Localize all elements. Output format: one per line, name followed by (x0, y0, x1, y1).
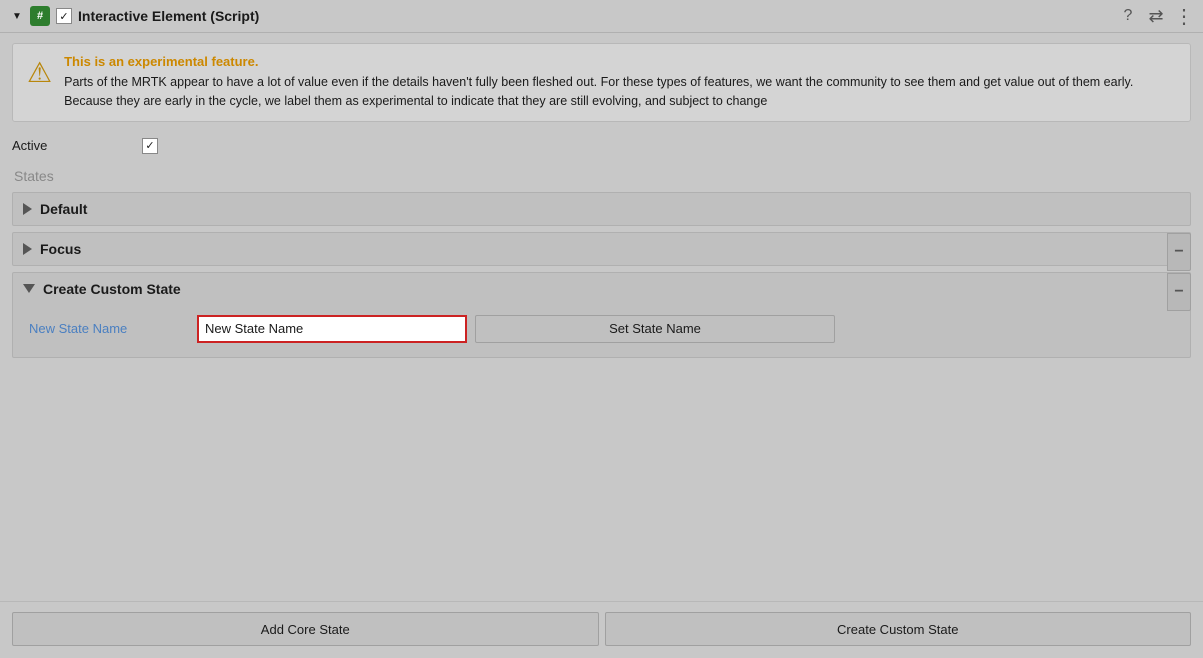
bottom-buttons: Add Core State Create Custom State (0, 601, 1203, 658)
custom-state-header[interactable]: Create Custom State (13, 273, 1190, 305)
header-checkbox[interactable]: ✓ (56, 8, 72, 24)
create-custom-state-button[interactable]: Create Custom State (605, 612, 1192, 646)
custom-state-body: New State Name Set State Name (13, 305, 1190, 357)
menu-icon[interactable]: ⋮ (1175, 7, 1193, 25)
collapse-arrow-icon[interactable]: ▼ (10, 9, 24, 23)
set-state-name-button[interactable]: Set State Name (475, 315, 835, 343)
new-state-name-link[interactable]: New State Name (29, 321, 189, 336)
custom-state-section: Create Custom State − New State Name Set… (12, 272, 1191, 358)
focus-expand-icon (23, 243, 32, 255)
add-core-state-button[interactable]: Add Core State (12, 612, 599, 646)
custom-state-row: New State Name Set State Name (29, 315, 1178, 343)
focus-state-header[interactable]: Focus (13, 233, 1190, 265)
warning-box: ⚠ This is an experimental feature. Parts… (12, 43, 1191, 122)
state-name-input[interactable] (197, 315, 467, 343)
warning-body: Parts of the MRTK appear to have a lot o… (64, 73, 1176, 111)
custom-state-expand-icon (23, 284, 35, 293)
hash-badge-icon[interactable]: # (30, 6, 50, 26)
header-title: Interactive Element (Script) (78, 8, 259, 24)
custom-remove-button[interactable]: − (1167, 273, 1191, 311)
default-state-name: Default (40, 201, 87, 217)
default-state-header[interactable]: Default (13, 193, 1190, 225)
focus-remove-button[interactable]: − (1167, 233, 1191, 271)
focus-state-name: Focus (40, 241, 81, 257)
state-name-input-wrapper (197, 315, 467, 343)
header: ▼ # ✓ Interactive Element (Script) ? ⇄ ⋮ (0, 0, 1203, 33)
states-section-label: States (12, 162, 1191, 192)
layers-icon[interactable]: ⇄ (1147, 7, 1165, 25)
custom-state-name: Create Custom State (43, 281, 181, 297)
warning-icon: ⚠ (27, 56, 52, 89)
active-checkbox[interactable]: ✓ (142, 138, 158, 154)
default-expand-icon (23, 203, 32, 215)
active-label: Active (12, 138, 132, 153)
main-content: ⚠ This is an experimental feature. Parts… (0, 33, 1203, 374)
active-row: Active ✓ (12, 134, 1191, 162)
header-icons: ? ⇄ ⋮ (1119, 7, 1193, 25)
help-icon[interactable]: ? (1119, 7, 1137, 25)
header-left: ▼ # ✓ Interactive Element (Script) (10, 6, 1113, 26)
warning-title: This is an experimental feature. (64, 54, 1176, 69)
focus-state-section: Focus − (12, 232, 1191, 266)
default-state-section: Default (12, 192, 1191, 226)
warning-text: This is an experimental feature. Parts o… (64, 54, 1176, 111)
